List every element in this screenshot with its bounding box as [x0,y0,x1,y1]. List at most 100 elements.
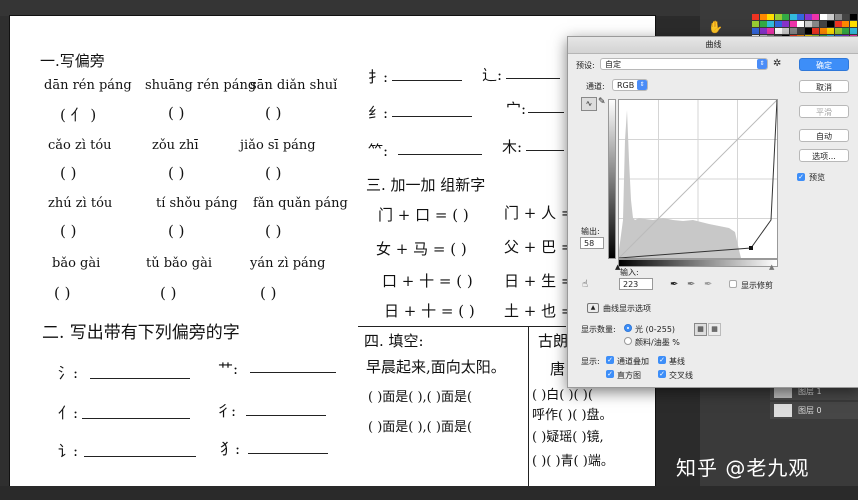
pinyin-label: cǎo zì tóu [48,138,112,153]
color-swatch[interactable] [774,28,782,34]
color-swatch[interactable] [752,21,759,27]
preset-select[interactable]: 自定 ⇕ [600,58,768,70]
display-options-label: 曲线显示选项 [603,304,651,313]
target-adjust-icon[interactable]: ☝ [582,279,588,290]
pinyin-label: sān diǎn shuǐ [250,78,338,93]
histogram-label: 直方图 [617,371,641,380]
radical-label: 艹: [218,360,239,378]
show-clipping-checkbox[interactable] [729,280,737,288]
blank-line [246,415,326,416]
color-swatch[interactable] [797,28,804,34]
color-swatch[interactable] [804,21,812,27]
color-swatch[interactable] [834,28,842,34]
output-label: 输出: [581,227,600,236]
equation: 土 + 也 = [504,302,574,320]
grid-small-icon[interactable]: ▦ [694,323,707,336]
color-swatch[interactable] [849,14,857,20]
color-swatch[interactable] [804,14,812,20]
color-swatch[interactable] [849,28,857,34]
pinyin-label: tí shǒu páng [156,196,238,211]
curves-graph[interactable] [618,99,778,259]
curves-svg [619,100,777,258]
color-swatch[interactable] [767,21,774,27]
input-field[interactable]: 223 [619,278,653,290]
light-radio[interactable] [624,324,632,332]
color-swatch[interactable] [752,14,759,20]
radical-label: 纟: [368,104,389,122]
pencil-icon[interactable]: ✎ [598,97,606,107]
answer-blank: ( ) [260,284,277,302]
white-eyedropper-icon[interactable]: ✒ [704,279,712,290]
baseline-checkbox[interactable]: ✓ [658,356,666,364]
equation: 女 + 马 = ( ) [376,240,467,258]
color-swatch[interactable] [782,21,789,27]
color-swatch[interactable] [827,28,834,34]
section-title: 四. 填空: [364,332,424,350]
color-swatch[interactable] [849,21,857,27]
color-swatch[interactable] [819,28,827,34]
color-swatch[interactable] [819,14,827,20]
color-swatch[interactable] [782,14,789,20]
blank-line [506,78,560,79]
color-swatch[interactable] [789,28,797,34]
layer-row[interactable]: 图层 0 [770,402,858,419]
intersection-checkbox[interactable]: ✓ [658,370,666,378]
black-eyedropper-icon[interactable]: ✒ [670,279,678,290]
color-swatch[interactable] [834,21,842,27]
color-swatch[interactable] [797,14,804,20]
color-swatch[interactable] [804,28,812,34]
color-swatch[interactable] [752,28,759,34]
ok-button[interactable]: 确定 [799,58,849,71]
color-swatch[interactable] [774,21,782,27]
color-swatch[interactable] [812,21,819,27]
channel-overlay-checkbox[interactable]: ✓ [606,356,614,364]
color-swatch[interactable] [789,21,797,27]
histogram-checkbox[interactable]: ✓ [606,370,614,378]
section-title: 二. 写出带有下列偏旁的字 [42,323,240,343]
smooth-button[interactable]: 平滑 [799,105,849,118]
cancel-button[interactable]: 取消 [799,80,849,93]
app-bottom-strip [0,486,858,500]
color-swatch[interactable] [774,14,782,20]
radical-label: 氵: [58,364,79,382]
color-swatch[interactable] [789,14,797,20]
color-swatch[interactable] [812,28,819,34]
color-swatch[interactable] [767,14,774,20]
chevron-down-icon: ⇕ [757,59,767,69]
white-point-slider[interactable]: ▲ [769,263,774,271]
preview-checkbox[interactable]: ✓ [797,173,805,181]
answer-blank: ( ) [60,222,77,240]
color-swatch[interactable] [842,28,849,34]
color-swatch[interactable] [842,14,849,20]
color-swatch[interactable] [759,21,767,27]
preset-label: 预设: [576,61,595,70]
options-button[interactable]: 选项... [799,149,849,162]
color-swatch[interactable] [827,14,834,20]
blank-line [90,378,190,379]
color-swatch[interactable] [819,21,827,27]
output-field[interactable]: 58 [580,237,604,249]
color-swatch[interactable] [759,14,767,20]
channel-select[interactable]: RGB ⇕ [612,79,648,91]
pigment-option-label: 颜料/油墨 % [635,338,680,347]
tool-icon[interactable]: ✋ [708,20,723,34]
color-swatch[interactable] [767,28,774,34]
auto-button[interactable]: 自动 [799,129,849,142]
gear-icon[interactable]: ✲ [773,58,781,69]
poem-line: 唐 [550,360,566,378]
gray-eyedropper-icon[interactable]: ✒ [687,279,695,290]
color-swatch[interactable] [812,14,819,20]
color-swatch[interactable] [797,21,804,27]
curve-point-tool-icon[interactable]: ∿ [581,97,597,111]
collapse-toggle-icon[interactable]: ▲ [587,303,599,313]
pigment-radio[interactable] [624,337,632,345]
sentence: 早晨起来,面向太阳。 [366,358,506,376]
color-swatch[interactable] [842,21,849,27]
pinyin-label: dān rén páng [44,78,132,93]
grid-large-icon[interactable]: ▦ [708,323,721,336]
color-swatch[interactable] [834,14,842,20]
color-swatch[interactable] [759,28,767,34]
color-swatch[interactable] [827,21,834,27]
color-swatch[interactable] [782,28,789,34]
radical-label: 犭: [220,440,241,458]
